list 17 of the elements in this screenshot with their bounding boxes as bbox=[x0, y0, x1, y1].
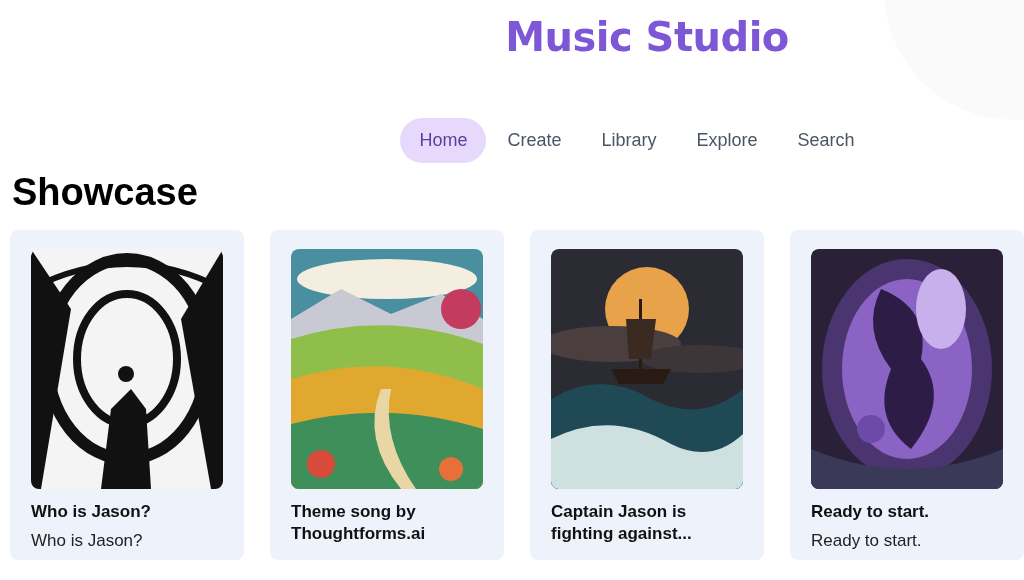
nav-tab[interactable]: Explore bbox=[677, 118, 777, 163]
song-card[interactable]: Captain Jason is fighting against... bbox=[530, 230, 764, 560]
song-card[interactable]: Theme song by Thoughtforms.ai bbox=[270, 230, 504, 560]
nav-tab[interactable]: Search bbox=[778, 118, 874, 163]
nav-tab[interactable]: Create bbox=[488, 118, 581, 163]
song-title: Theme song by Thoughtforms.ai bbox=[291, 501, 427, 545]
song-description: Ready to start. bbox=[811, 531, 923, 551]
song-description: Who is Jason? bbox=[31, 531, 144, 551]
song-card[interactable]: Who is Jason? Who is Jason? bbox=[10, 230, 244, 560]
section-title: Showcase bbox=[12, 171, 199, 214]
nav-tab[interactable]: Library bbox=[582, 118, 676, 163]
song-card[interactable]: Ready to start. Ready to start. bbox=[790, 230, 1024, 560]
song-title: Who is Jason? bbox=[31, 501, 152, 523]
nav-tab[interactable]: Home bbox=[400, 118, 487, 163]
app-title: Music Studio bbox=[505, 14, 789, 62]
song-title: Captain Jason is fighting against... bbox=[551, 501, 693, 545]
song-title: Ready to start. bbox=[811, 501, 931, 523]
